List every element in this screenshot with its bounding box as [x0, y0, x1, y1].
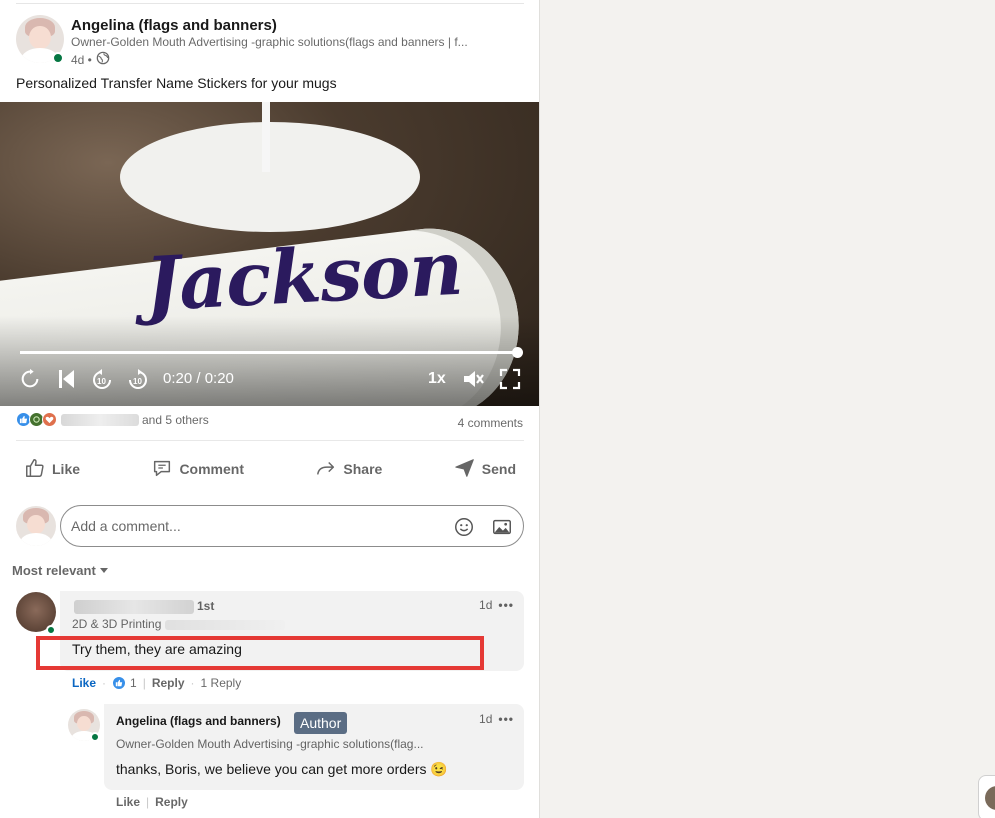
messaging-avatar — [985, 786, 995, 810]
comment-timestamp: 1d ••• — [479, 598, 514, 612]
send-icon — [454, 457, 476, 482]
reply-author-headline: Owner-Golden Mouth Advertising -graphic … — [116, 737, 424, 751]
current-user-avatar[interactable] — [16, 506, 56, 546]
commenter-avatar-wrap[interactable] — [16, 592, 56, 635]
comment-reply-button[interactable]: Reply — [152, 676, 185, 690]
post-top-divider — [16, 3, 524, 4]
volume-muted-icon[interactable] — [462, 368, 486, 390]
forward-10-icon[interactable]: 10 — [126, 368, 150, 392]
rewind-10-icon[interactable]: 10 — [90, 368, 114, 392]
more-options-icon[interactable]: ••• — [498, 598, 514, 612]
svg-text:10: 10 — [97, 377, 106, 386]
commenter-name-blurred[interactable] — [74, 600, 194, 614]
fullscreen-icon[interactable] — [499, 368, 521, 390]
comment-like-reaction-icon — [112, 676, 127, 690]
mug-straw — [262, 102, 270, 172]
reply-author-name[interactable]: Angelina (flags and banners) — [116, 714, 281, 728]
reply-like-button[interactable]: Like — [116, 795, 140, 809]
comments-count-link[interactable]: 4 comments — [458, 416, 523, 430]
comment-button-label: Comment — [179, 461, 244, 477]
mug-name-sticker: Jackson — [142, 225, 465, 329]
like-button-label: Like — [52, 461, 81, 477]
comment-actions: Like · 1 | Reply · 1 Reply — [72, 676, 242, 690]
send-button[interactable]: Send — [446, 450, 524, 488]
reply-bubble: Angelina (flags and banners) Author Owne… — [104, 704, 524, 790]
share-button[interactable]: Share — [307, 450, 390, 488]
comment-replies-count[interactable]: 1 Reply — [201, 676, 242, 690]
like-button[interactable]: Like — [16, 450, 88, 488]
skip-back-icon[interactable] — [57, 368, 77, 390]
reactions-summary[interactable]: and 5 others — [16, 412, 209, 427]
mug-lid — [120, 122, 420, 232]
commenter-headline: 2D & 3D Printing — [72, 617, 285, 631]
thumbs-up-icon — [24, 457, 46, 482]
comment-input[interactable]: Add a comment... — [60, 505, 524, 547]
post-action-bar: Like Comment Share Send — [16, 450, 524, 488]
send-button-label: Send — [481, 461, 516, 477]
author-badge: Author — [294, 712, 348, 734]
reactor-name-blurred — [61, 413, 139, 426]
playback-speed-button[interactable]: 1x — [428, 370, 446, 388]
love-reaction-icon — [42, 412, 57, 427]
post-time-text: 4d • — [71, 52, 92, 67]
comment-like-button[interactable]: Like — [72, 676, 96, 690]
share-button-label: Share — [343, 461, 383, 477]
reply-actions: Like | Reply — [116, 795, 188, 809]
social-actions-divider — [16, 440, 524, 441]
feed-post: Angelina (flags and banners) Owner-Golde… — [0, 0, 540, 818]
author-headline: Owner-Golden Mouth Advertising -graphic … — [71, 35, 468, 49]
reply-more-options-icon[interactable]: ••• — [498, 712, 514, 726]
author-avatar-wrap[interactable] — [16, 15, 64, 64]
post-text: Personalized Transfer Name Stickers for … — [16, 75, 337, 91]
emoji-icon[interactable] — [453, 516, 475, 541]
connection-degree-badge: 1st — [197, 599, 215, 613]
globe-icon — [96, 51, 110, 68]
commenter-online-indicator — [46, 625, 56, 635]
author-name[interactable]: Angelina (flags and banners) — [71, 17, 277, 34]
video-player[interactable]: Jackson 10 10 0:20 / 0:20 1x — [0, 102, 539, 406]
comment-icon — [151, 457, 173, 482]
svg-text:10: 10 — [133, 377, 142, 386]
online-status-indicator — [52, 52, 64, 64]
reactions-count-text: and 5 others — [142, 412, 209, 427]
annotation-highlight-box — [36, 636, 484, 670]
post-timestamp: 4d • — [71, 51, 110, 68]
video-progress-knob[interactable] — [512, 347, 523, 358]
share-icon — [315, 457, 337, 482]
comment-sort-label: Most relevant — [12, 563, 96, 578]
reply-reply-button[interactable]: Reply — [155, 795, 188, 809]
messaging-widget-edge[interactable] — [978, 775, 995, 818]
video-controls-overlay — [0, 316, 539, 406]
comment-input-placeholder: Add a comment... — [71, 518, 181, 534]
reply-author-online-indicator — [90, 732, 100, 742]
video-time: 0:20 / 0:20 — [163, 370, 234, 387]
replay-icon[interactable] — [19, 368, 41, 390]
reply-text: thanks, Boris, we believe you can get mo… — [116, 761, 448, 777]
video-progress-bar[interactable] — [20, 351, 518, 354]
comment-button[interactable]: Comment — [143, 450, 252, 488]
reply-timestamp: 1d ••• — [479, 712, 514, 726]
comment-sort-dropdown[interactable]: Most relevant — [12, 563, 109, 578]
image-icon[interactable] — [491, 516, 513, 541]
comment-like-count[interactable]: 1 — [130, 676, 137, 690]
caret-down-icon — [99, 563, 109, 578]
